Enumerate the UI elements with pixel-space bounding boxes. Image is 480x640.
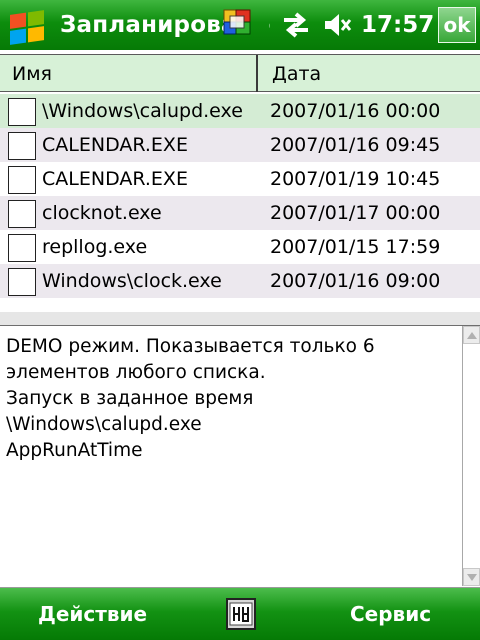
scroll-down-button[interactable]	[463, 568, 480, 586]
list-row[interactable]: \Windows\calupd.exe 2007/01/16 00:00	[0, 94, 480, 128]
row-name: CALENDAR.EXE	[42, 168, 188, 190]
row-checkbox[interactable]	[8, 132, 36, 160]
action-menu-button[interactable]: Действие	[38, 598, 147, 630]
details-textbox[interactable]: DEMO режим. Показывается только 6 элемен…	[0, 326, 480, 588]
screen: Запланировае 17:57 ok	[0, 0, 480, 640]
row-date: 2007/01/19 10:45	[270, 168, 441, 190]
row-name: CALENDAR.EXE	[42, 134, 188, 156]
activesync-icon[interactable]	[220, 6, 256, 42]
column-header-date[interactable]: Дата	[260, 55, 480, 92]
details-line: DEMO режим. Показывается только 6	[6, 336, 375, 357]
row-date: 2007/01/16 09:45	[270, 134, 441, 156]
list-row[interactable]: CALENDAR.EXE 2007/01/16 09:45	[0, 128, 480, 162]
title-bar: Запланировае 17:57 ok	[0, 0, 480, 50]
ok-button[interactable]: ok	[438, 7, 476, 43]
details-line: элементов любого списка.	[6, 362, 266, 383]
tools-menu-button[interactable]: Сервис	[350, 598, 431, 630]
pane-splitter[interactable]	[0, 312, 480, 326]
details-text: DEMO режим. Показывается только 6 элемен…	[6, 334, 456, 464]
windows-flag-icon[interactable]	[2, 4, 48, 46]
row-checkbox[interactable]	[8, 234, 36, 262]
details-line: \Windows\calupd.exe	[6, 414, 202, 435]
list-row[interactable]: repllog.exe 2007/01/15 17:59	[0, 230, 480, 264]
menu-bar: Действие Сервис	[0, 588, 480, 640]
row-date: 2007/01/15 17:59	[270, 236, 441, 258]
row-name: repllog.exe	[42, 236, 148, 258]
list-header: Имя Дата	[0, 54, 480, 92]
row-date: 2007/01/16 09:00	[270, 270, 441, 292]
arrow-up-icon	[467, 332, 477, 339]
scroll-up-button[interactable]	[463, 326, 480, 344]
row-date: 2007/01/17 00:00	[270, 202, 441, 224]
details-line: AppRunAtTime	[6, 440, 143, 461]
arrow-down-icon	[467, 574, 477, 581]
clock[interactable]: 17:57	[361, 9, 434, 41]
row-checkbox[interactable]	[8, 98, 36, 126]
list-row[interactable]: clocknot.exe 2007/01/17 00:00	[0, 196, 480, 230]
list-row[interactable]: CALENDAR.EXE 2007/01/19 10:45	[0, 162, 480, 196]
keyboard-sip-icon[interactable]	[226, 598, 256, 630]
volume-muted-icon[interactable]	[322, 10, 354, 40]
row-name: \Windows\calupd.exe	[42, 100, 243, 122]
details-line: Запуск в заданное время	[6, 388, 254, 409]
row-date: 2007/01/16 00:00	[270, 100, 441, 122]
scheduled-tasks-list[interactable]: Имя Дата \Windows\calupd.exe 2007/01/16 …	[0, 54, 480, 312]
row-checkbox[interactable]	[8, 200, 36, 228]
row-checkbox[interactable]	[8, 166, 36, 194]
row-checkbox[interactable]	[8, 268, 36, 296]
list-row[interactable]: Windows\clock.exe 2007/01/16 09:00	[0, 264, 480, 298]
column-header-name[interactable]: Имя	[0, 55, 258, 92]
details-scrollbar[interactable]	[462, 326, 480, 586]
row-name: clocknot.exe	[42, 202, 162, 224]
connectivity-arrows-icon[interactable]	[280, 10, 312, 40]
row-name: Windows\clock.exe	[42, 270, 222, 292]
